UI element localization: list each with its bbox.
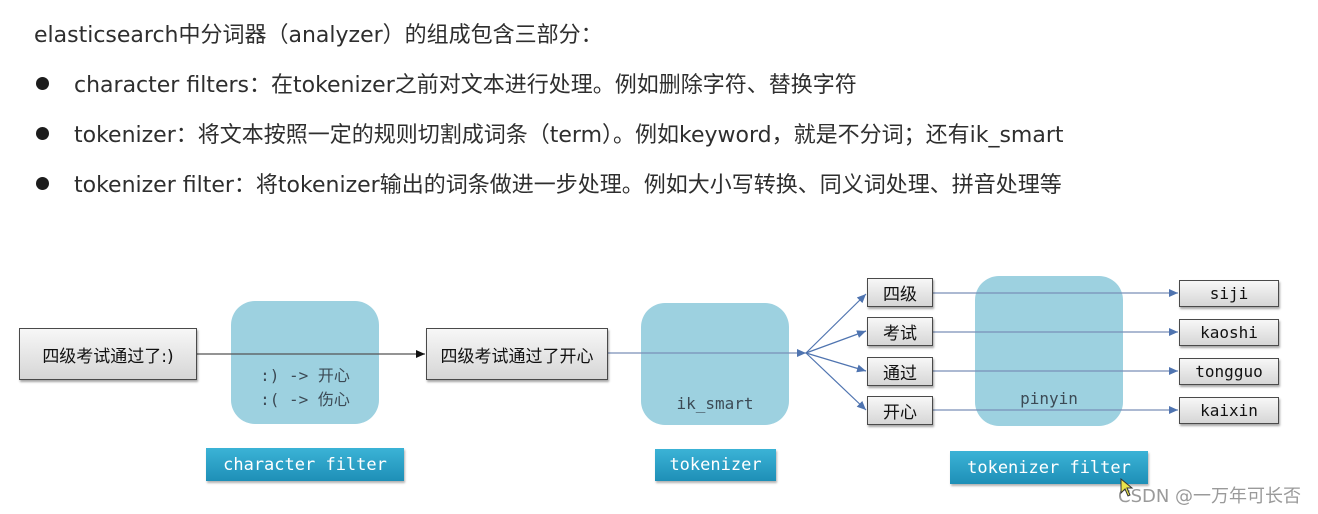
filtered-text-box: 四级考试通过了开心: [426, 328, 608, 380]
output-box: tongguo: [1179, 358, 1279, 385]
input-text-box: 四级考试通过了:): [19, 328, 197, 380]
fan-line: [805, 293, 867, 354]
tokenizer-filter-label: tokenizer filter: [950, 451, 1148, 484]
character-filter-label: character filter: [206, 448, 404, 481]
watermark: CSDN @一万年可长否: [1118, 486, 1302, 507]
token-box: 通过: [867, 357, 933, 386]
output-box: kaixin: [1179, 397, 1279, 424]
fan-line: [805, 330, 867, 354]
output-box: kaoshi: [1179, 319, 1279, 346]
tokenizer-label: tokenizer: [655, 449, 776, 481]
mouse-cursor-icon: [1120, 478, 1134, 497]
output-box: siji: [1179, 280, 1279, 307]
flow-lines: [196, 289, 1178, 414]
token-box: 考试: [867, 317, 933, 346]
token-box: 开心: [867, 396, 933, 425]
token-box: 四级: [867, 278, 933, 307]
